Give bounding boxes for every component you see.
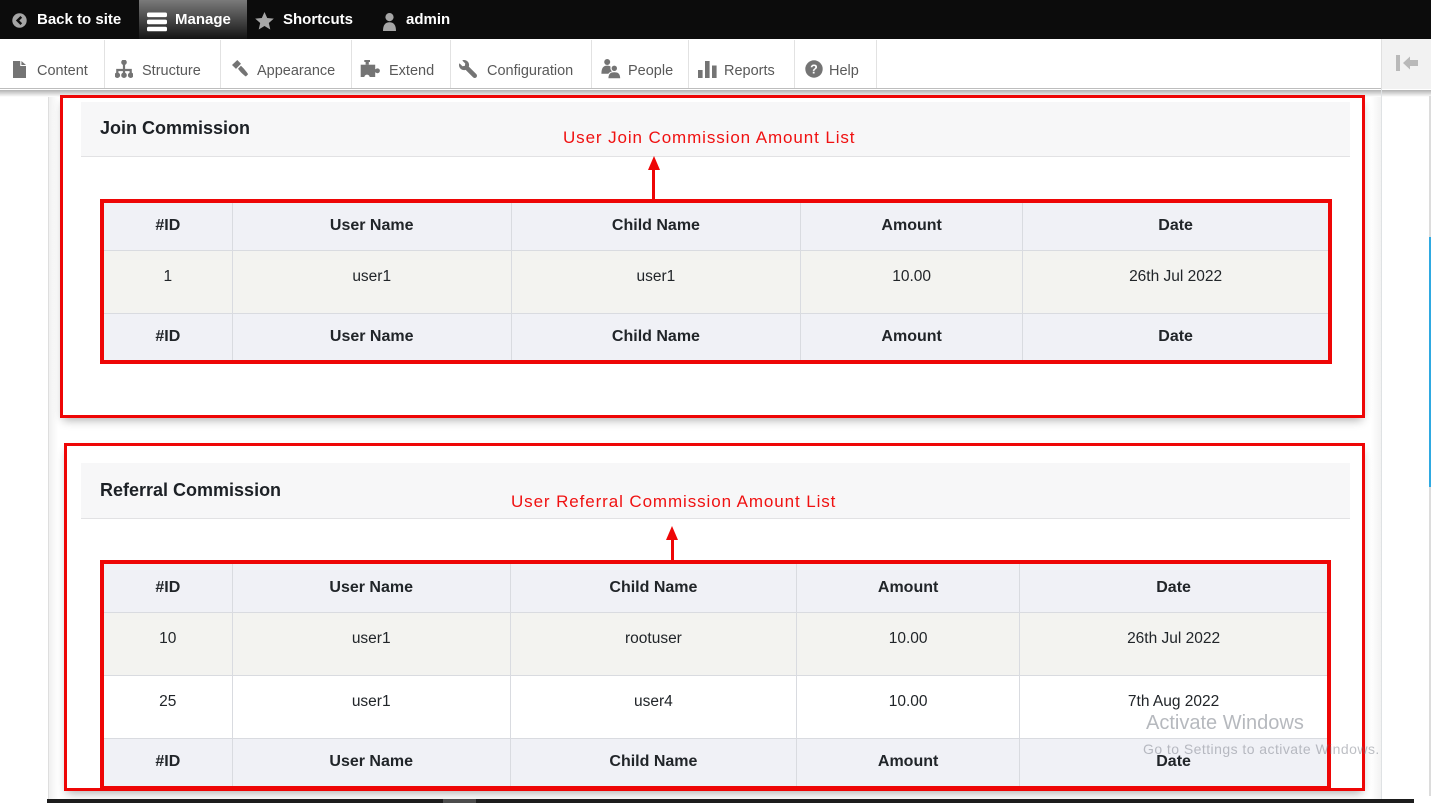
svg-text:?: ? [810,62,818,76]
